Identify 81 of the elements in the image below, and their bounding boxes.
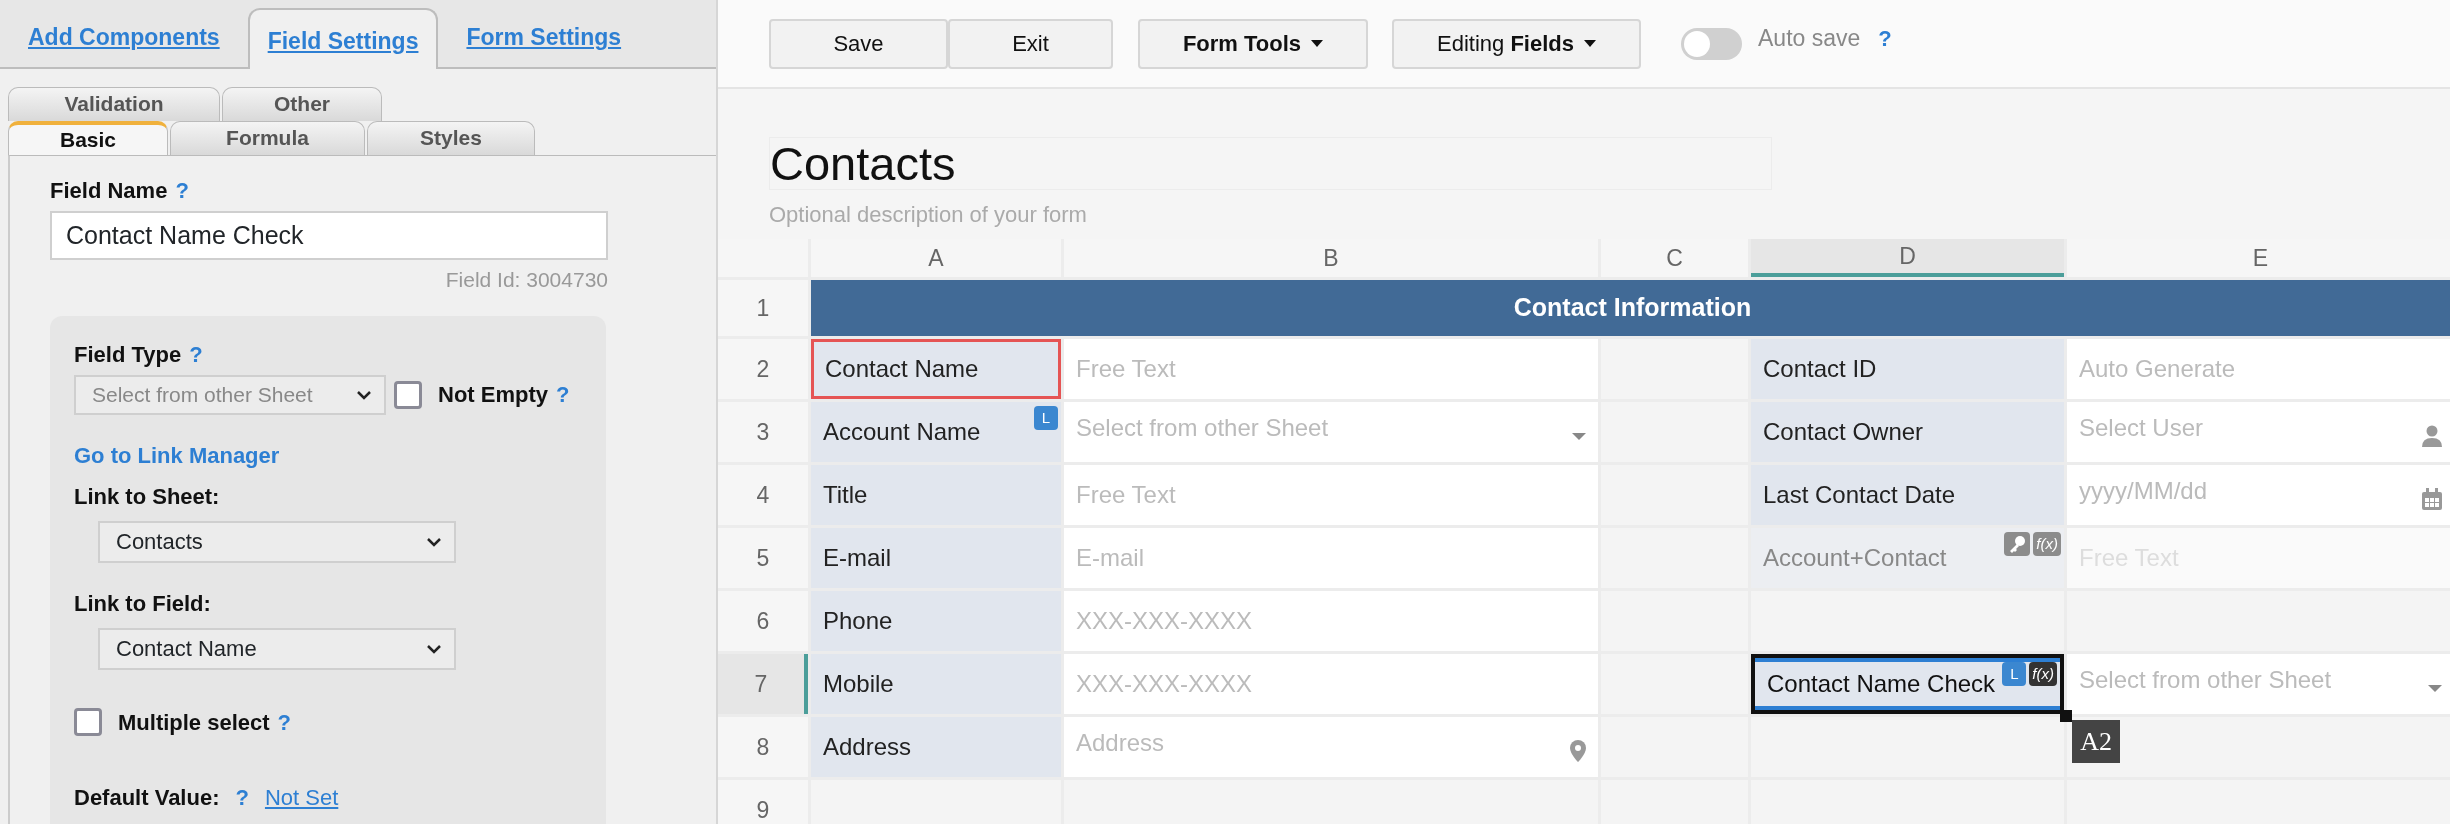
field-label: Field Type: [74, 340, 182, 369]
help-icon[interactable]: ?: [175, 174, 189, 207]
help-icon[interactable]: ?: [556, 378, 570, 411]
field-label-cell[interactable]: Address: [811, 717, 1061, 777]
calendar-icon: [2422, 488, 2442, 510]
field-label-cell[interactable]: Contact ID: [1751, 339, 2064, 399]
field-label: Field Name: [50, 177, 168, 205]
field-name-input[interactable]: Contact Name Check: [50, 211, 608, 260]
field-label-cell[interactable]: Last Contact Date: [1751, 465, 2064, 525]
section-header: Contact Information: [811, 280, 2450, 336]
sheet-select[interactable]: Contacts: [98, 520, 456, 563]
column-header[interactable]: C: [1601, 239, 1748, 277]
field-select[interactable]: Contact Name: [98, 627, 456, 670]
field-id-text: Field Id: 3004730: [444, 267, 608, 293]
chevron-icon: [426, 536, 442, 547]
caret-icon: [1584, 40, 1596, 47]
panel-tab[interactable]: Add Components: [28, 26, 220, 67]
row-number[interactable]: 8: [718, 717, 808, 777]
caret-icon: [2428, 684, 2442, 692]
row-number[interactable]: 4: [718, 465, 808, 525]
caret-icon: [1572, 432, 1586, 440]
help-icon[interactable]: ?: [235, 780, 249, 814]
chevron-icon: [426, 643, 442, 654]
field-label: Link to Field:: [74, 589, 211, 618]
field-label-cell[interactable]: Contact Owner: [1751, 402, 2064, 462]
toolbar-button[interactable]: Form Tools: [1138, 18, 1368, 69]
empty-cell[interactable]: [1751, 717, 2064, 777]
settings-tab[interactable]: Validation: [8, 87, 220, 121]
row-number[interactable]: 6: [718, 591, 808, 651]
column-header[interactable]: E: [2067, 239, 2450, 277]
field-label-cell[interactable]: Account+Contact f(x): [1751, 528, 2064, 588]
settings-tab[interactable]: Basic: [8, 121, 168, 155]
row-number[interactable]: 5: [718, 528, 808, 588]
toggle-label: Auto save: [1758, 24, 1861, 54]
form-title[interactable]: Contacts: [769, 137, 1772, 190]
location-pin-icon: [1570, 740, 1586, 762]
key-icon: [2004, 532, 2031, 556]
row-number[interactable]: 9: [718, 780, 808, 824]
field-badge: L: [2002, 662, 2027, 686]
toolbar-button[interactable]: Exit: [948, 18, 1113, 69]
settings-tab[interactable]: Styles: [367, 121, 535, 155]
field-label: Default Value:: [74, 783, 220, 812]
toolbar-button[interactable]: Save: [769, 18, 948, 69]
field-label-cell[interactable]: Contact Name Check L f(x): [1751, 654, 2064, 714]
empty-cell[interactable]: [2067, 717, 2450, 777]
panel-tab[interactable]: Form Settings: [466, 26, 622, 67]
toolbar-button[interactable]: Editing Fields: [1392, 18, 1641, 69]
caret-icon: [1311, 40, 1324, 47]
checkbox-label: Not Empty: [438, 381, 548, 409]
field-label-cell[interactable]: Mobile: [811, 654, 1061, 714]
checkbox-label: Multiple select: [118, 708, 270, 737]
field-label-cell[interactable]: Title: [811, 465, 1061, 525]
row-number[interactable]: 7: [718, 654, 808, 714]
panel-tab[interactable]: Field Settings: [247, 8, 439, 69]
settings-tab[interactable]: Other: [222, 87, 382, 121]
checkbox[interactable]: [74, 708, 102, 736]
column-header[interactable]: B: [1064, 239, 1598, 277]
row-number[interactable]: 3: [718, 402, 808, 462]
resize-handle[interactable]: [2060, 710, 2072, 722]
field-label-cell[interactable]: Account Name L: [811, 402, 1061, 462]
field-label-cell[interactable]: Contact Name: [811, 339, 1061, 399]
field-badge: f(x): [2029, 662, 2057, 686]
user-icon: [2422, 425, 2442, 447]
field-label: Link to Sheet:: [74, 482, 220, 511]
field-badge: f(x): [2033, 532, 2061, 556]
help-icon[interactable]: ?: [277, 705, 292, 739]
field-label-cell[interactable]: Phone: [811, 591, 1061, 651]
row-number[interactable]: 1: [718, 280, 808, 336]
column-header[interactable]: D: [1751, 239, 2064, 277]
field-badge: L: [1034, 406, 1058, 430]
cell-tooltip: A2: [2072, 719, 2120, 763]
help-icon[interactable]: ?: [1878, 22, 1892, 55]
settings-tab[interactable]: Formula: [170, 121, 365, 155]
field-label-cell[interactable]: E-mail: [811, 528, 1061, 588]
chevron-icon: [356, 389, 372, 400]
checkbox[interactable]: [394, 380, 422, 409]
link-manager-link[interactable]: Go to Link Manager: [74, 438, 582, 472]
default-value-link[interactable]: Not Set: [264, 780, 339, 814]
column-header[interactable]: A: [811, 239, 1061, 277]
row-number[interactable]: 2: [718, 339, 808, 399]
toggle-switch[interactable]: [1681, 27, 1742, 60]
